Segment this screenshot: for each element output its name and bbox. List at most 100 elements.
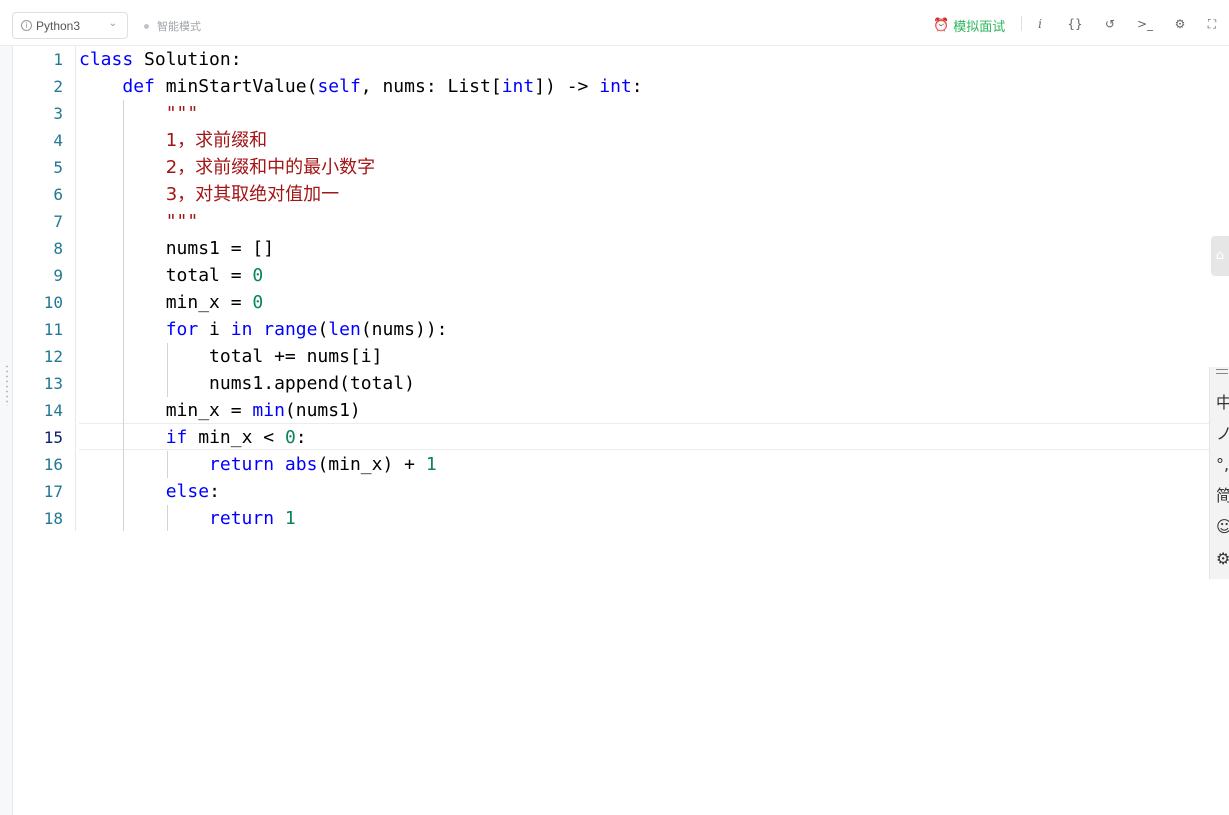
token-kw: abs	[284, 454, 318, 475]
code-line[interactable]: 5 2，求前缀和中的最小数字	[13, 154, 1213, 181]
editor-toolbar: i Python3 ⌄ 智能模式 ⏰ 模拟面试 i {} ↺ >_ ⚙ ⛶	[0, 0, 1229, 46]
line-number: 7	[53, 212, 63, 231]
token-str: """	[165, 211, 199, 232]
token-kw: int	[599, 76, 632, 97]
line-number: 3	[53, 104, 63, 123]
code-line[interactable]: 16 return abs(min_x) + 1	[13, 451, 1213, 478]
chevron-down-icon: ⌄	[108, 18, 117, 29]
alarm-clock-icon: ⏰	[933, 18, 950, 33]
console-icon[interactable]: >_	[1135, 15, 1155, 33]
token: i	[198, 319, 231, 340]
token-kw: for	[165, 319, 199, 340]
code-line[interactable]: 8 nums1 = []	[13, 235, 1213, 262]
token: :	[209, 481, 220, 502]
code-line[interactable]: 7 """	[13, 208, 1213, 235]
line-number: 8	[53, 239, 63, 258]
ime-handle-icon	[1216, 373, 1228, 374]
code-line[interactable]: 4 1，求前缀和	[13, 127, 1213, 154]
mock-interview-button[interactable]: ⏰ 模拟面试	[933, 16, 1005, 35]
line-code: 1，求前缀和	[79, 127, 267, 154]
toolbar-divider	[1021, 16, 1022, 31]
emoji-icon[interactable]: ☺	[1216, 515, 1229, 539]
line-code: total = 0	[79, 262, 264, 289]
token: ]) ->	[534, 76, 600, 97]
ime-toolbar: 中 ノ °, 简 ☺ ⚙	[1209, 367, 1229, 579]
code-line[interactable]: 12 total += nums[i]	[13, 343, 1213, 370]
ime-settings-icon[interactable]: ⚙	[1216, 547, 1229, 571]
code-line[interactable]: 9 total = 0	[13, 262, 1213, 289]
line-number: 5	[53, 158, 63, 177]
line-code: nums1.append(total)	[79, 370, 415, 397]
line-number: 18	[43, 509, 63, 528]
info-circle-icon: i	[21, 20, 32, 31]
token: nums1.append(total)	[79, 373, 415, 394]
token: min_x <	[187, 427, 285, 448]
side-tab[interactable]: ⌂	[1211, 236, 1229, 276]
smart-mode-toggle[interactable]: 智能模式	[144, 18, 201, 34]
code-line[interactable]: 17 else:	[13, 478, 1213, 505]
settings-icon[interactable]: ⚙	[1170, 15, 1190, 33]
token-num: 1	[425, 454, 437, 475]
code-line[interactable]: 6 3，对其取绝对值加一	[13, 181, 1213, 208]
token-num: 0	[252, 265, 264, 286]
braces-icon[interactable]: {}	[1065, 15, 1085, 33]
token-str: 1，求前缀和	[165, 130, 268, 151]
ime-handle-icon[interactable]	[1216, 369, 1228, 370]
token: min_x =	[79, 292, 253, 313]
token: (	[317, 319, 329, 340]
line-code: total += nums[i]	[79, 343, 382, 370]
line-code: min_x = 0	[79, 289, 264, 316]
line-number: 2	[53, 77, 63, 96]
code-line[interactable]: 14 min_x = min(nums1)	[13, 397, 1213, 424]
line-number: 13	[43, 374, 63, 393]
resize-grip[interactable]	[6, 364, 8, 406]
line-number: 4	[53, 131, 63, 150]
token-num: 1	[284, 508, 296, 529]
mock-interview-label: 模拟面试	[953, 19, 1006, 34]
line-number: 17	[43, 482, 63, 501]
code-line[interactable]: 2 def minStartValue(self, nums: List[ int…	[13, 73, 1213, 100]
code-line[interactable]: 15 if min_x < 0:	[13, 424, 1213, 451]
fullscreen-icon[interactable]: ⛶	[1202, 15, 1222, 33]
code-editor[interactable]: 1 class Solution: 2 def minStartValue(self…	[12, 46, 1229, 815]
smart-mode-label: 智能模式	[157, 21, 201, 33]
ime-simplified-mode[interactable]: 简	[1216, 484, 1229, 508]
code-line[interactable]: 18 return 1	[13, 505, 1213, 532]
token-kw: self	[317, 76, 361, 97]
line-number: 6	[53, 185, 63, 204]
code-line[interactable]: 11 for i in range(len(nums)):	[13, 316, 1213, 343]
token-kw: def	[122, 76, 155, 97]
code-line[interactable]: 10 min_x = 0	[13, 289, 1213, 316]
token: :	[295, 427, 307, 448]
language-label: Python3	[36, 18, 81, 33]
ime-punctuation-mode[interactable]: °,	[1216, 453, 1229, 477]
ime-halfwidth-mode[interactable]: ノ	[1216, 422, 1229, 446]
line-code: 2，求前缀和中的最小数字	[79, 154, 375, 181]
ime-chinese-mode[interactable]: 中	[1216, 391, 1229, 415]
token: , nums: List[	[360, 76, 502, 97]
line-number: 1	[53, 50, 63, 69]
token: minStartValue(	[154, 76, 318, 97]
token-num: 0	[252, 292, 264, 313]
token-kw: if	[165, 427, 188, 448]
line-code: class Solution:	[79, 46, 242, 73]
reset-icon[interactable]: ↺	[1100, 15, 1120, 33]
token: Solution:	[133, 49, 242, 70]
line-number: 10	[43, 293, 63, 312]
line-code: nums1 = []	[79, 235, 274, 262]
code-line[interactable]: 1 class Solution:	[13, 46, 1213, 73]
code-line[interactable]: 13 nums1.append(total)	[13, 370, 1213, 397]
token-kw: else	[165, 481, 210, 502]
code-line[interactable]: 3 """	[13, 100, 1213, 127]
info-icon[interactable]: i	[1030, 15, 1050, 33]
language-select[interactable]: i Python3 ⌄	[12, 12, 128, 39]
